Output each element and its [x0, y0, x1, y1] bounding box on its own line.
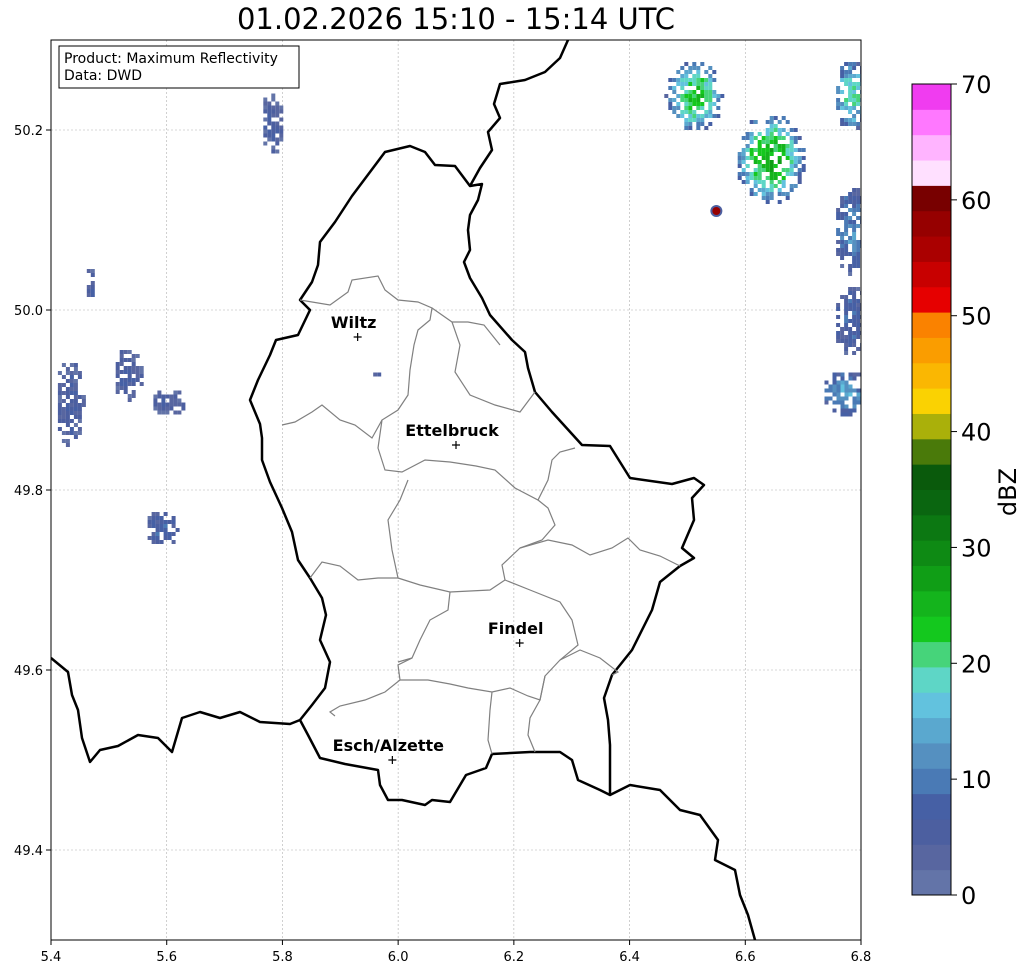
colorbar-segment — [912, 388, 951, 414]
y-tick-label: 50.2 — [14, 124, 43, 139]
colorbar-segment — [912, 590, 951, 617]
x-tick-label: 6.0 — [388, 950, 409, 965]
colorbar-segment — [912, 818, 951, 845]
colorbar-segment — [912, 362, 951, 389]
x-tick-label: 5.6 — [156, 950, 177, 965]
info-product: Product: Maximum Reflectivity — [64, 51, 278, 67]
y-tick-label: 50.0 — [14, 304, 43, 319]
city-label: Findel — [488, 619, 544, 638]
x-tick-label: 5.4 — [41, 950, 62, 965]
colorbar-segment — [912, 413, 951, 440]
x-tick-label: 6.4 — [619, 950, 640, 965]
colorbar-tick-label: 0 — [961, 882, 976, 910]
x-tick-label: 5.8 — [272, 950, 293, 965]
y-tick-label: 49.4 — [14, 844, 43, 859]
city-label: Wiltz — [331, 313, 377, 332]
colorbar-tick-label: 70 — [961, 71, 992, 99]
colorbar-tick-label: 40 — [961, 419, 992, 447]
colorbar-segment — [912, 717, 951, 744]
colorbar-segment — [912, 134, 951, 161]
colorbar-segment — [912, 160, 951, 186]
x-tick-label: 6.2 — [504, 950, 525, 965]
colorbar: 0 10 20 30 40 50 60 70 — [911, 71, 992, 910]
y-axis-ticks: 50.2 50.0 49.8 49.6 49.4 — [14, 124, 51, 859]
colorbar-tick-label: 20 — [961, 650, 992, 678]
info-box: Product: Maximum Reflectivity Data: DWD — [58, 45, 300, 89]
info-data: Data: DWD — [64, 68, 142, 84]
colorbar-segment — [912, 742, 951, 769]
x-axis-ticks: 5.4 5.6 5.8 6.0 6.2 6.4 6.6 6.8 — [41, 940, 872, 965]
colorbar-segment — [912, 514, 951, 541]
colorbar-segment — [912, 768, 951, 795]
x-tick-label: 6.6 — [735, 950, 756, 965]
colorbar-segment — [912, 185, 951, 212]
colorbar-segment — [912, 616, 951, 643]
colorbar-segment — [912, 286, 951, 313]
colorbar-segment — [912, 464, 951, 490]
echo-hotspot — [710, 205, 723, 217]
echo-central-1 — [373, 372, 382, 377]
colorbar-segment — [912, 666, 951, 693]
y-tick-label: 49.6 — [14, 664, 43, 679]
colorbar-segment — [912, 236, 951, 262]
colorbar-segment — [912, 565, 951, 592]
colorbar-segment — [912, 793, 951, 820]
colorbar-segment — [912, 312, 951, 338]
colorbar-segment — [912, 337, 951, 364]
x-tick-label: 6.8 — [851, 950, 872, 965]
y-tick-label: 49.8 — [14, 484, 43, 499]
colorbar-segment — [912, 692, 951, 719]
colorbar-segment — [912, 869, 951, 896]
colorbar-segment — [912, 489, 951, 516]
colorbar-segment — [912, 641, 951, 668]
colorbar-segment — [912, 261, 951, 288]
colorbar-tick-label: 60 — [961, 187, 992, 215]
colorbar-tick-label: 10 — [961, 766, 992, 794]
city-label: Ettelbruck — [405, 421, 499, 440]
colorbar-segment — [912, 540, 951, 567]
colorbar-segment — [912, 844, 951, 871]
colorbar-segment — [912, 210, 951, 237]
city-label: Esch/Alzette — [333, 736, 445, 755]
colorbar-tick-label: 30 — [961, 534, 992, 562]
colorbar-label: dBZ — [994, 468, 1022, 516]
radar-map: Wiltz Ettelbruck Findel Esch/Alzette 5.4 5.6… — [14, 39, 1022, 965]
colorbar-segment — [912, 109, 951, 136]
colorbar-segment — [912, 438, 951, 465]
colorbar-tick-label: 50 — [961, 303, 992, 331]
colorbar-segment — [912, 84, 951, 110]
